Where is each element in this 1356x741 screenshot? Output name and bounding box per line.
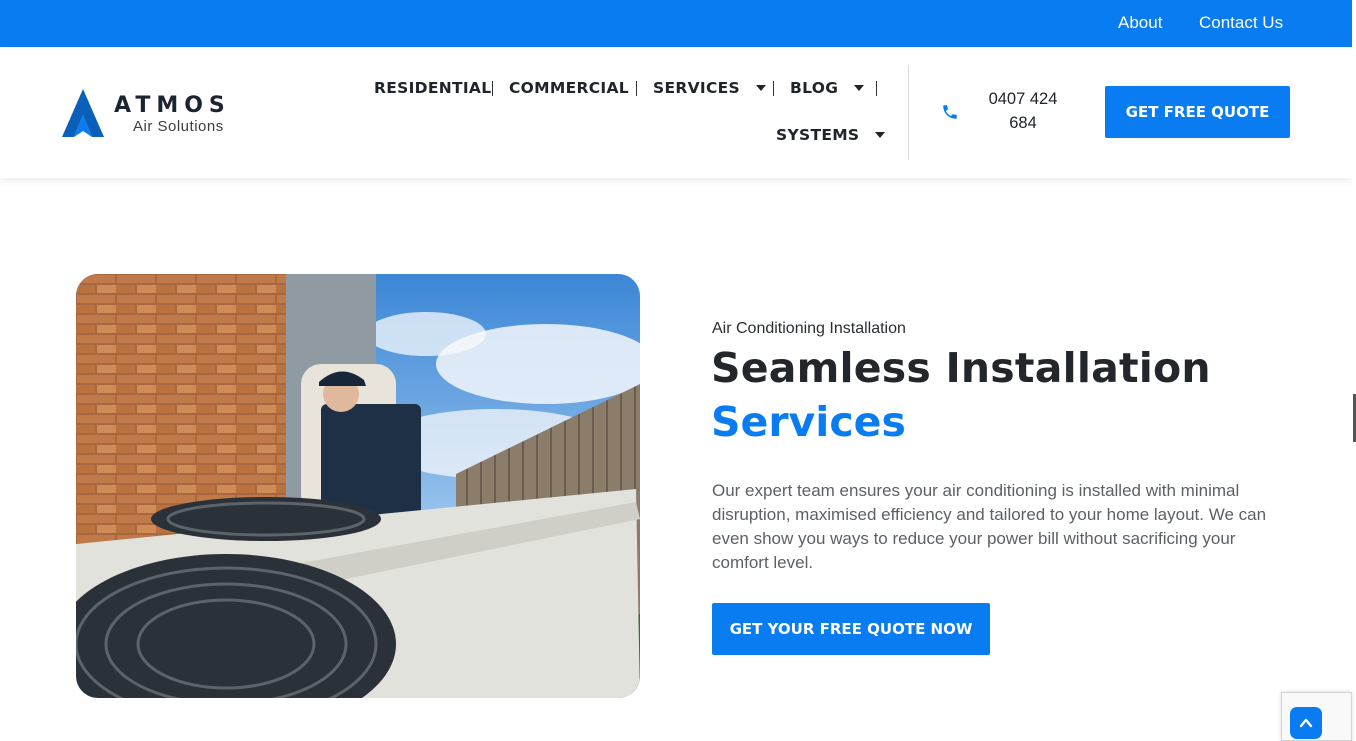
logo-mark-icon bbox=[62, 89, 104, 137]
site-header: ATMOS Air Solutions RESIDENTIAL COMMERCI… bbox=[0, 47, 1352, 178]
nav-residential[interactable]: RESIDENTIAL bbox=[374, 79, 491, 97]
contact-us-link[interactable]: Contact Us bbox=[1199, 13, 1283, 33]
scroll-to-top-button[interactable] bbox=[1290, 707, 1322, 739]
get-free-quote-button[interactable]: GET FREE QUOTE bbox=[1105, 86, 1290, 138]
nav-divider bbox=[876, 81, 877, 96]
about-link[interactable]: About bbox=[1118, 13, 1162, 33]
nav-blog-label: BLOG bbox=[790, 79, 839, 97]
top-bar: About Contact Us bbox=[0, 0, 1352, 47]
header-divider bbox=[908, 65, 909, 160]
get-your-free-quote-now-button[interactable]: GET YOUR FREE QUOTE NOW bbox=[712, 603, 990, 655]
brand-tagline: Air Solutions bbox=[133, 118, 224, 135]
chevron-down-icon bbox=[875, 132, 886, 138]
nav-services[interactable]: SERVICES bbox=[653, 79, 766, 97]
phone-number[interactable]: 0407 424 684 bbox=[978, 87, 1068, 135]
nav-commercial[interactable]: COMMERCIAL bbox=[509, 79, 629, 97]
nav-blog[interactable]: BLOG bbox=[790, 79, 865, 97]
nav-commercial-label: COMMERCIAL bbox=[509, 79, 629, 97]
phone-icon[interactable] bbox=[941, 103, 959, 121]
nav-residential-label: RESIDENTIAL bbox=[374, 79, 492, 97]
nav-divider bbox=[492, 81, 493, 96]
chevron-up-icon bbox=[1299, 718, 1313, 728]
hero-title-line1: Seamless Installation bbox=[711, 344, 1211, 392]
phone-number-line2: 684 bbox=[1009, 114, 1037, 132]
phone-number-line1: 0407 424 bbox=[988, 90, 1058, 108]
hero-eyebrow: Air Conditioning Installation bbox=[712, 320, 906, 337]
nav-systems[interactable]: SYSTEMS bbox=[776, 126, 886, 144]
nav-services-label: SERVICES bbox=[653, 79, 740, 97]
hero-image bbox=[76, 274, 640, 698]
nav-systems-label: SYSTEMS bbox=[776, 126, 860, 144]
hero-title-line2: Services bbox=[711, 398, 906, 446]
brand-name: ATMOS bbox=[114, 93, 231, 118]
scrollbar[interactable] bbox=[1352, 0, 1356, 741]
hero-description: Our expert team ensures your air conditi… bbox=[712, 481, 1267, 572]
chevron-down-icon bbox=[755, 85, 766, 91]
chevron-down-icon bbox=[854, 85, 865, 91]
nav-divider bbox=[636, 81, 637, 96]
logo[interactable]: ATMOS Air Solutions bbox=[60, 87, 250, 141]
nav-divider bbox=[773, 81, 774, 96]
